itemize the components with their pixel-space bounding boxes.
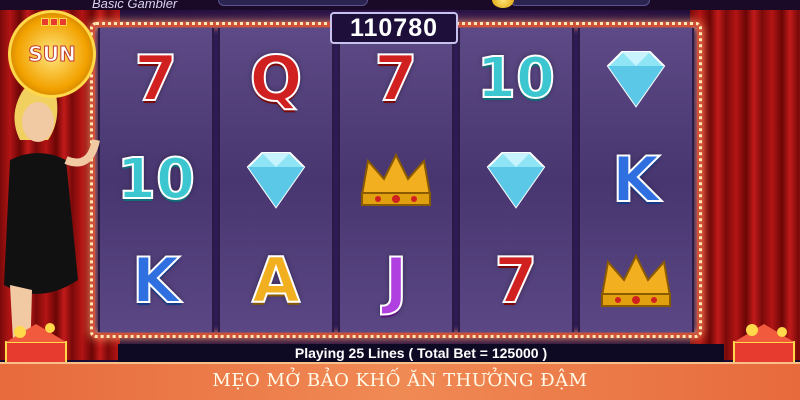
status-line: Playing 25 Lines ( Total Bet = 125000 )	[118, 344, 724, 362]
crown-icon	[360, 152, 432, 206]
reel-cell	[340, 129, 452, 230]
reel-cell	[220, 129, 332, 230]
banner-headline: MẸO MỞ BẢO KHỐ ĂN THƯỞNG ĐẬM	[212, 370, 588, 391]
sun-logo: SUN	[8, 10, 96, 98]
diamond-icon	[246, 151, 306, 209]
reel-cell: 7	[460, 231, 572, 332]
logo-badges	[41, 11, 68, 30]
reel-cell: 10	[100, 129, 212, 230]
reel-1: 7 10 K	[98, 28, 214, 332]
seven-symbol: 7	[493, 244, 538, 318]
ten-symbol: 10	[116, 146, 196, 212]
reel-cell	[580, 28, 692, 129]
diamond-icon	[606, 50, 666, 108]
ace-symbol: A	[251, 244, 301, 318]
king-symbol: K	[131, 244, 181, 318]
reel-cell: J	[340, 231, 452, 332]
reel-4: 10 7	[458, 28, 574, 332]
reel-2: QA	[218, 28, 334, 332]
reel-cell: 10	[460, 28, 572, 129]
jack-symbol: J	[383, 244, 408, 318]
reel-3: 7J	[338, 28, 454, 332]
reel-cell: 7	[100, 28, 212, 129]
top-balance-pill	[218, 0, 368, 6]
reel-cell: Q	[220, 28, 332, 129]
queen-symbol: Q	[249, 41, 304, 115]
reel-cell: A	[220, 231, 332, 332]
diamond-icon	[486, 151, 546, 209]
crown-icon	[600, 254, 672, 308]
reels-grid[interactable]: 7 10 K Q A 7 J 10 7 K	[98, 28, 694, 332]
slot-game-stage: Basic Gambler 7 10 K Q A 7 J 10 7 K 110780 Playin…	[0, 0, 800, 400]
top-coins-pill	[510, 0, 650, 6]
right-curtain	[690, 0, 800, 360]
player-rank-title: Basic Gambler	[92, 0, 178, 11]
reel-cell: K	[580, 129, 692, 230]
seven-symbol: 7	[373, 41, 418, 115]
reel-cell	[580, 231, 692, 332]
seven-symbol: 7	[133, 41, 178, 115]
ten-symbol: 10	[476, 45, 556, 111]
logo-text: SUN	[28, 42, 76, 67]
win-counter: 110780	[330, 12, 458, 44]
reel-5: K	[578, 28, 694, 332]
hostess-figure	[4, 82, 100, 360]
reel-cell	[460, 129, 572, 230]
king-symbol: K	[611, 142, 661, 216]
reel-cell: K	[100, 231, 212, 332]
